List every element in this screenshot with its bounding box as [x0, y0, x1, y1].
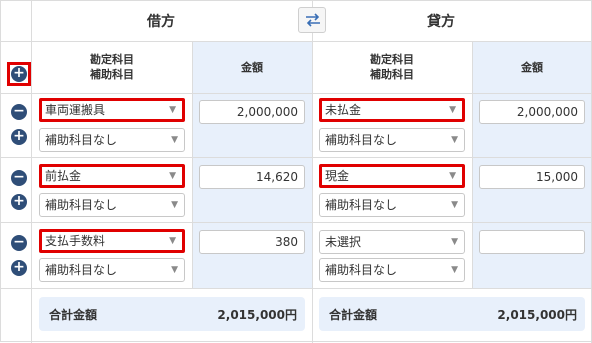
- select-value: 補助科目なし: [325, 198, 398, 212]
- grid-line: [472, 42, 473, 289]
- debit-account-select[interactable]: 車両運搬具 ▼: [39, 98, 185, 122]
- minus-circle-icon: −: [13, 234, 25, 250]
- remove-row-button[interactable]: −: [11, 104, 27, 120]
- minus-circle-icon: −: [13, 103, 25, 119]
- debit-total-value: 2,015,000円: [217, 308, 297, 322]
- account-header-line1: 勘定科目: [90, 53, 134, 66]
- select-value: 補助科目なし: [45, 198, 118, 212]
- add-row-button[interactable]: +: [11, 194, 27, 210]
- dropdown-arrow-icon: ▼: [169, 171, 176, 181]
- select-value: 未払金: [325, 103, 362, 117]
- grid-line: [1, 41, 592, 42]
- select-value: 補助科目なし: [325, 133, 398, 147]
- add-row-button[interactable]: +: [11, 129, 27, 145]
- swap-arrows-icon: [306, 13, 320, 27]
- select-value: 前払金: [45, 169, 82, 183]
- total-label: 合計金額: [329, 308, 378, 322]
- debit-account-select[interactable]: 前払金 ▼: [39, 164, 185, 188]
- credit-account-select[interactable]: 未選択 ▼: [319, 230, 465, 254]
- grid-line: [31, 1, 32, 343]
- dropdown-arrow-icon: ▼: [449, 105, 456, 115]
- credit-amount-input[interactable]: 15,000: [479, 165, 585, 189]
- dropdown-arrow-icon: ▼: [451, 265, 458, 275]
- debit-amount-input[interactable]: 380: [199, 230, 305, 254]
- debit-header: 借方: [147, 14, 175, 30]
- credit-sub-account-select[interactable]: 補助科目なし ▼: [319, 258, 465, 282]
- dropdown-arrow-icon: ▼: [171, 265, 178, 275]
- dropdown-arrow-icon: ▼: [171, 200, 178, 210]
- select-value: 補助科目なし: [45, 263, 118, 277]
- select-value: 未選択: [325, 235, 362, 249]
- account-header-line2: 補助科目: [370, 68, 414, 81]
- credit-header: 貸方: [427, 14, 455, 30]
- plus-circle-icon: +: [13, 65, 25, 81]
- credit-amount-input[interactable]: 2,000,000: [479, 100, 585, 124]
- credit-amount-input[interactable]: [479, 230, 585, 254]
- dropdown-arrow-icon: ▼: [451, 200, 458, 210]
- grid-line: [1, 93, 592, 94]
- credit-account-select[interactable]: 現金 ▼: [319, 164, 465, 188]
- plus-circle-icon: +: [13, 259, 25, 275]
- journal-entry-table: 借方 貸方 勘定科目 補助科目 金額 勘定科目 補助科目 金額 + − + 車両…: [0, 0, 592, 343]
- minus-circle-icon: −: [13, 169, 25, 185]
- credit-total-value: 2,015,000円: [497, 308, 577, 322]
- select-value: 支払手数料: [45, 234, 106, 248]
- credit-account-header: 勘定科目 補助科目: [351, 52, 433, 82]
- debit-account-select[interactable]: 支払手数料 ▼: [39, 229, 185, 253]
- credit-total: 合計金額 2,015,000円: [319, 297, 585, 331]
- debit-amount-input[interactable]: 14,620: [199, 165, 305, 189]
- debit-sub-account-select[interactable]: 補助科目なし ▼: [39, 258, 185, 282]
- plus-circle-icon: +: [13, 193, 25, 209]
- debit-amount-header: 金額: [241, 61, 263, 74]
- credit-sub-account-select[interactable]: 補助科目なし ▼: [319, 128, 465, 152]
- dropdown-arrow-icon: ▼: [451, 135, 458, 145]
- credit-account-select[interactable]: 未払金 ▼: [319, 98, 465, 122]
- grid-line: [312, 1, 313, 343]
- select-value: 補助科目なし: [325, 263, 398, 277]
- select-value: 補助科目なし: [45, 133, 118, 147]
- total-label: 合計金額: [49, 308, 98, 322]
- add-row-button[interactable]: +: [11, 260, 27, 276]
- debit-amount-input[interactable]: 2,000,000: [199, 100, 305, 124]
- dropdown-arrow-icon: ▼: [449, 171, 456, 181]
- add-row-button[interactable]: +: [11, 66, 27, 82]
- debit-sub-account-select[interactable]: 補助科目なし ▼: [39, 193, 185, 217]
- select-value: 現金: [325, 169, 350, 183]
- grid-line: [192, 42, 193, 289]
- credit-sub-account-select[interactable]: 補助科目なし ▼: [319, 193, 465, 217]
- debit-total: 合計金額 2,015,000円: [39, 297, 305, 331]
- remove-row-button[interactable]: −: [11, 170, 27, 186]
- grid-line: [1, 288, 592, 289]
- grid-line: [1, 222, 592, 223]
- debit-sub-account-select[interactable]: 補助科目なし ▼: [39, 128, 185, 152]
- plus-circle-icon: +: [13, 128, 25, 144]
- grid-line: [1, 157, 592, 158]
- account-header-line1: 勘定科目: [370, 53, 414, 66]
- dropdown-arrow-icon: ▼: [451, 237, 458, 247]
- credit-amount-header: 金額: [521, 61, 543, 74]
- select-value: 車両運搬具: [45, 103, 106, 117]
- swap-button[interactable]: [298, 7, 326, 33]
- dropdown-arrow-icon: ▼: [169, 105, 176, 115]
- account-header-line2: 補助科目: [90, 68, 134, 81]
- dropdown-arrow-icon: ▼: [171, 135, 178, 145]
- remove-row-button[interactable]: −: [11, 235, 27, 251]
- dropdown-arrow-icon: ▼: [169, 236, 176, 246]
- debit-account-header: 勘定科目 補助科目: [71, 52, 153, 82]
